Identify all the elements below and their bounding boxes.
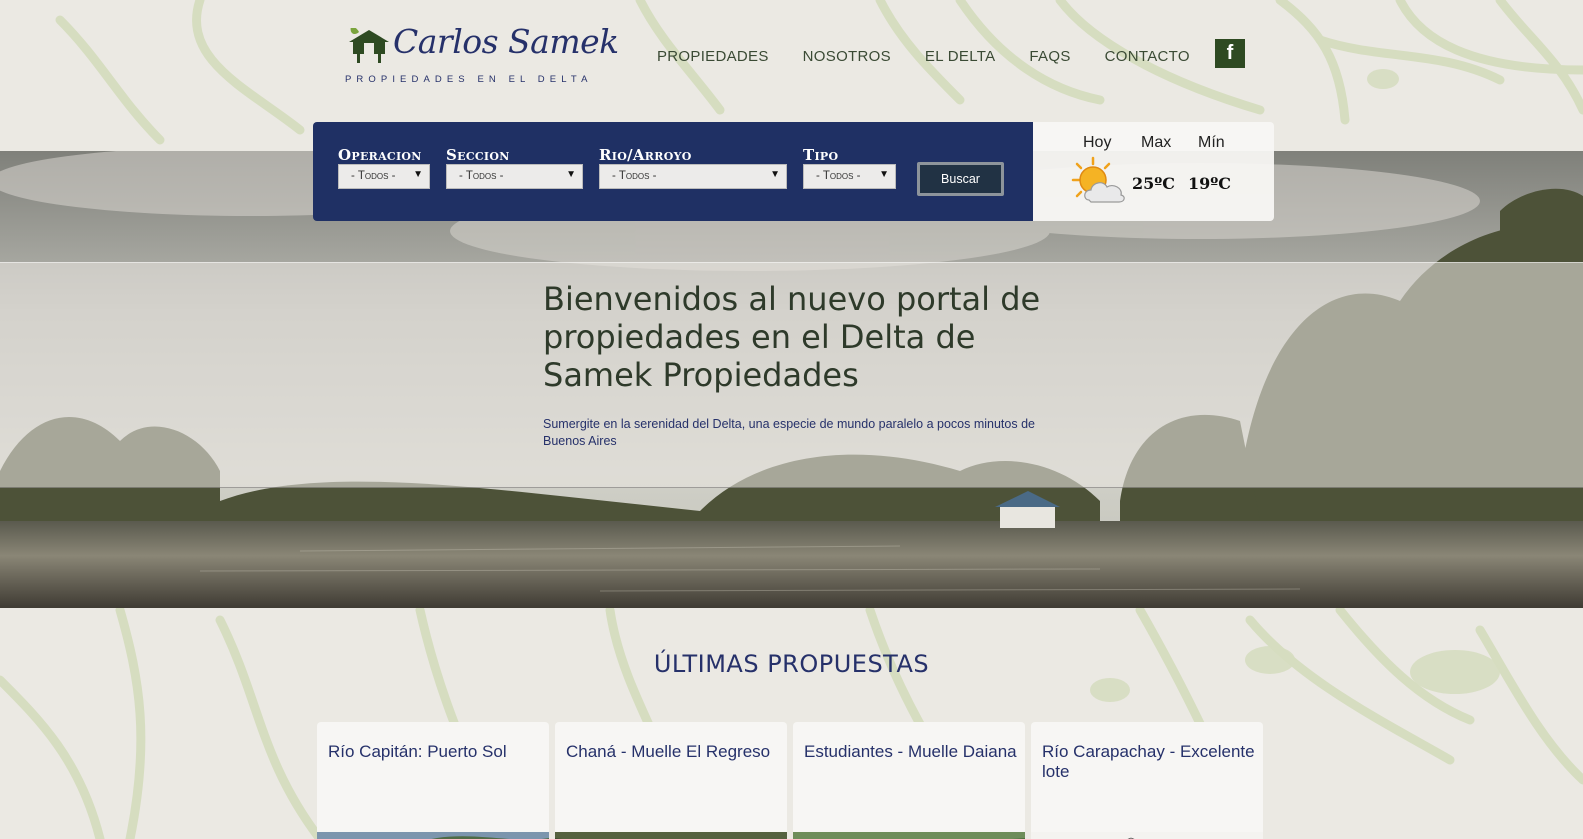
operacion-value: - Todos -	[351, 170, 396, 182]
property-thumbnail[interactable]	[793, 832, 1025, 839]
property-card-title[interactable]: Río Carapachay - Excelente lote	[1042, 742, 1255, 782]
weather-max-value: 25ºC	[1132, 174, 1175, 193]
hero-subtitle: Sumergite en la serenidad del Delta, una…	[543, 417, 1035, 448]
chevron-down-icon: ▼	[566, 169, 576, 180]
operacion-select[interactable]: - Todos - ▼	[338, 164, 430, 189]
property-card[interactable]: Río Carapachay - Excelente lote	[1031, 722, 1263, 839]
facebook-icon[interactable]: f	[1215, 39, 1245, 68]
tipo-select[interactable]: - Todos - ▼	[803, 164, 896, 189]
property-card[interactable]: Río Capitán: Puerto Sol	[317, 722, 549, 839]
seccion-field: Seccion - Todos - ▼	[446, 146, 583, 189]
nav-item-contacto[interactable]: CONTACTO	[1105, 48, 1190, 65]
weather-min-label: Mín	[1198, 134, 1225, 151]
seccion-select[interactable]: - Todos - ▼	[446, 164, 583, 189]
logo-tagline: Propiedades en el Delta	[345, 74, 593, 85]
property-search-form: Operacion - Todos - ▼ Seccion - Todos - …	[313, 122, 1033, 221]
logo[interactable]: Carlos Samek Propiedades en el Delta	[343, 10, 619, 90]
chevron-down-icon: ▼	[413, 169, 423, 180]
weather-max-label: Max	[1141, 134, 1172, 151]
buscar-button[interactable]: Buscar	[917, 162, 1004, 196]
nav-item-propiedades[interactable]: PROPIEDADES	[657, 48, 769, 65]
tipo-value: - Todos -	[816, 170, 861, 182]
weather-hoy-label: Hoy	[1083, 134, 1112, 151]
chevron-down-icon: ▼	[879, 169, 889, 180]
property-card-title[interactable]: Río Capitán: Puerto Sol	[328, 742, 541, 762]
rio-arroyo-field: Rio/Arroyo - Todos - ▼	[599, 146, 787, 189]
property-card-title[interactable]: Estudiantes - Muelle Daiana	[804, 742, 1017, 762]
property-thumbnail[interactable]	[555, 832, 787, 839]
rio-arroyo-select[interactable]: - Todos - ▼	[599, 164, 787, 189]
seccion-value: - Todos -	[459, 170, 504, 182]
logo-name: Carlos Samek	[393, 22, 619, 61]
nav-item-faqs[interactable]: FAQS	[1029, 48, 1070, 65]
property-thumbnail[interactable]	[317, 832, 549, 839]
ultimas-propuestas-heading: ÚLTIMAS PROPUESTAS	[653, 650, 930, 678]
house-icon	[349, 28, 389, 63]
weather-min-value: 19ºC	[1188, 174, 1231, 193]
chevron-down-icon: ▼	[770, 169, 780, 180]
partly-cloudy-icon	[1071, 156, 1125, 203]
tipo-field: Tipo - Todos - ▼	[803, 146, 896, 189]
rio-arroyo-label: Rio/Arroyo	[599, 146, 692, 164]
tipo-label: Tipo	[803, 146, 839, 164]
property-card-title[interactable]: Chaná - Muelle El Regreso	[566, 742, 779, 762]
nav-item-el-delta[interactable]: EL DELTA	[925, 48, 995, 65]
property-card[interactable]: Chaná - Muelle El Regreso	[555, 722, 787, 839]
nav-item-nosotros[interactable]: NOSOTROS	[803, 48, 891, 65]
hero-title: Bienvenidos al nuevo portal de propiedad…	[543, 280, 1041, 394]
seccion-label: Seccion	[446, 146, 510, 164]
operacion-label: Operacion	[338, 146, 422, 164]
rio-arroyo-value: - Todos -	[612, 170, 657, 182]
property-thumbnail[interactable]	[1031, 832, 1263, 839]
weather-widget: Hoy Max Mín 25ºC 19ºC	[1033, 122, 1274, 221]
property-card[interactable]: Estudiantes - Muelle Daiana	[793, 722, 1025, 839]
main-nav: PROPIEDADES NOSOTROS EL DELTA FAQS CONTA…	[657, 48, 1224, 65]
operacion-field: Operacion - Todos - ▼	[338, 146, 430, 189]
